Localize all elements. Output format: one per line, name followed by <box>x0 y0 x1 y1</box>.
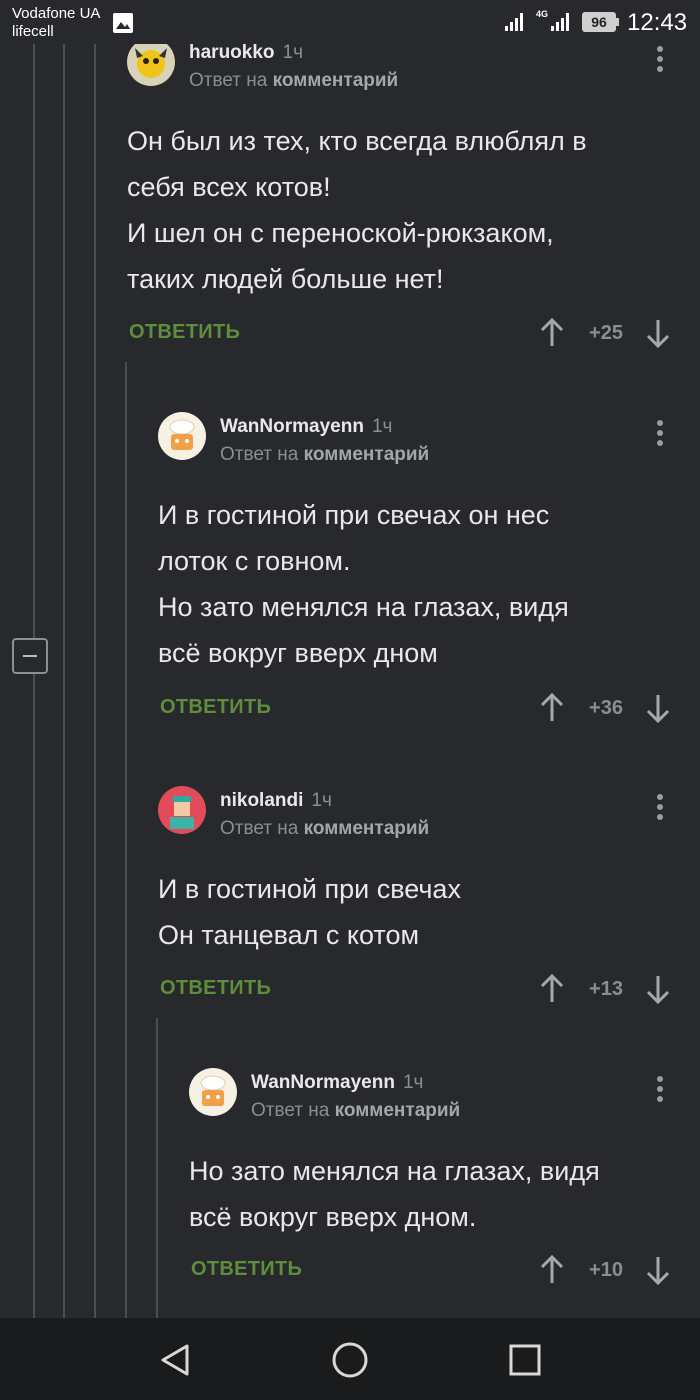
comment-time: 1ч <box>371 416 393 437</box>
comment-line: таких людей больше нет! <box>127 264 444 294</box>
carrier-name-2: lifecell <box>12 23 54 40</box>
username[interactable]: WanNormayenn <box>220 416 364 437</box>
thread-line <box>33 674 35 1318</box>
battery-icon: 96 <box>582 12 616 32</box>
comment-line: Но зато менялся на глазах, видя <box>189 1156 600 1186</box>
avatar[interactable] <box>158 412 206 460</box>
reply-to-line: Ответ на комментарий <box>220 444 429 466</box>
comment-line: всё вокруг вверх дном <box>158 638 438 668</box>
arrow-up-icon[interactable] <box>540 974 564 1004</box>
reply-target-link[interactable]: комментарий <box>304 818 430 839</box>
status-bar: Vodafone UA lifecell 4G 96 12:43 <box>0 0 700 44</box>
arrow-up-icon[interactable] <box>540 693 564 723</box>
comment-line: себя всех котов! <box>127 172 331 202</box>
comment-text: Он был из тех, кто всегда влюблял в себя… <box>127 118 587 302</box>
reply-prefix: Ответ на <box>220 444 299 465</box>
reply-prefix: Ответ на <box>220 818 299 839</box>
username[interactable]: haruokko <box>189 42 275 63</box>
comment-line: И в гостиной при свечах <box>158 874 461 904</box>
carrier-info: Vodafone UA lifecell <box>12 5 100 41</box>
comment: WanNormayenn 1ч Ответ на комментарий Но з… <box>189 1068 700 1288</box>
comment-author[interactable]: WanNormayenn 1ч <box>251 1072 423 1094</box>
comment-time: 1ч <box>311 790 332 811</box>
avatar[interactable] <box>127 38 175 86</box>
navigation-bar <box>0 1318 700 1400</box>
triangle-back-icon[interactable] <box>155 1340 195 1380</box>
network-type-label: 4G <box>536 9 549 19</box>
reply-prefix: Ответ на <box>251 1100 330 1121</box>
reply-to-line: Ответ на комментарий <box>251 1100 460 1122</box>
circle-home-icon[interactable] <box>330 1340 370 1380</box>
thread-line <box>63 44 65 1318</box>
reply-to-line: Ответ на комментарий <box>189 70 398 92</box>
comment-line: Он был из тех, кто всегда влюблял в <box>127 126 587 156</box>
comment-author[interactable]: nikolandi 1ч <box>220 790 332 812</box>
carrier-name-1: Vodafone UA <box>12 5 101 22</box>
reply-target-link[interactable]: комментарий <box>335 1100 461 1121</box>
comment-rating: +25 <box>589 322 623 344</box>
more-vertical-icon[interactable] <box>656 420 664 450</box>
battery-tip <box>616 18 619 26</box>
thread-line <box>33 44 35 638</box>
comment-author[interactable]: WanNormayenn 1ч <box>220 416 392 438</box>
reply-button[interactable]: ОТВЕТИТЬ <box>160 977 271 1000</box>
thread-line[interactable] <box>156 1018 158 1318</box>
avatar[interactable] <box>189 1068 237 1116</box>
comment-text: И в гостиной при свечах он нес лоток с г… <box>158 492 569 676</box>
reply-target-link[interactable]: комментарий <box>273 70 399 91</box>
arrow-up-icon[interactable] <box>540 1255 564 1285</box>
arrow-down-icon[interactable] <box>646 693 670 723</box>
arrow-down-icon[interactable] <box>646 974 670 1004</box>
comment-line: И шел он с переноской-рюкзаком, <box>127 218 554 248</box>
thread-line <box>94 44 96 1318</box>
comment-time: 1ч <box>402 1072 424 1093</box>
comment-rating: +13 <box>589 978 623 1000</box>
reply-button[interactable]: ОТВЕТИТЬ <box>160 696 271 719</box>
comment-text: И в гостиной при свечах Он танцевал с ко… <box>158 866 461 958</box>
arrow-down-icon[interactable] <box>646 318 670 348</box>
reply-button[interactable]: ОТВЕТИТЬ <box>129 321 240 344</box>
reply-button[interactable]: ОТВЕТИТЬ <box>191 1258 302 1281</box>
more-vertical-icon[interactable] <box>656 46 664 76</box>
more-vertical-icon[interactable] <box>656 1076 664 1106</box>
comment-rating: +10 <box>589 1259 623 1281</box>
username[interactable]: nikolandi <box>220 790 303 811</box>
status-clock: 12:43 <box>627 9 688 36</box>
reply-target-link[interactable]: комментарий <box>304 444 430 465</box>
signal-bars-icon <box>551 13 569 31</box>
comment-author[interactable]: haruokko 1ч <box>189 42 303 64</box>
comment: haruokko 1ч Ответ на комментарий Он был и… <box>127 38 700 358</box>
username[interactable]: WanNormayenn <box>251 1072 395 1093</box>
comment-rating: +36 <box>589 697 623 719</box>
reply-prefix: Ответ на <box>189 70 268 91</box>
comment: nikolandi 1ч Ответ на комментарий И в гос… <box>158 786 700 1016</box>
avatar[interactable] <box>158 786 206 834</box>
more-vertical-icon[interactable] <box>656 794 664 824</box>
arrow-down-icon[interactable] <box>646 1255 670 1285</box>
comment-line: И в гостиной при свечах он нес <box>158 500 550 530</box>
image-icon <box>113 13 133 33</box>
comment: WanNormayenn 1ч Ответ на комментарий И в … <box>158 412 700 742</box>
comment-text: Но зато менялся на глазах, видя всё вокр… <box>189 1148 600 1240</box>
square-recent-icon[interactable] <box>505 1340 545 1380</box>
comment-line: Но зато менялся на глазах, видя <box>158 592 569 622</box>
comment-line: Он танцевал с котом <box>158 920 420 950</box>
thread-line[interactable] <box>125 362 127 1318</box>
comment-time: 1ч <box>282 42 303 63</box>
comment-line: лоток с говном. <box>158 546 351 576</box>
reply-to-line: Ответ на комментарий <box>220 818 429 840</box>
comment-line: всё вокруг вверх дном. <box>189 1202 477 1232</box>
collapse-thread-button[interactable] <box>12 638 48 674</box>
signal-bars-icon <box>505 13 523 31</box>
arrow-up-icon[interactable] <box>540 318 564 348</box>
